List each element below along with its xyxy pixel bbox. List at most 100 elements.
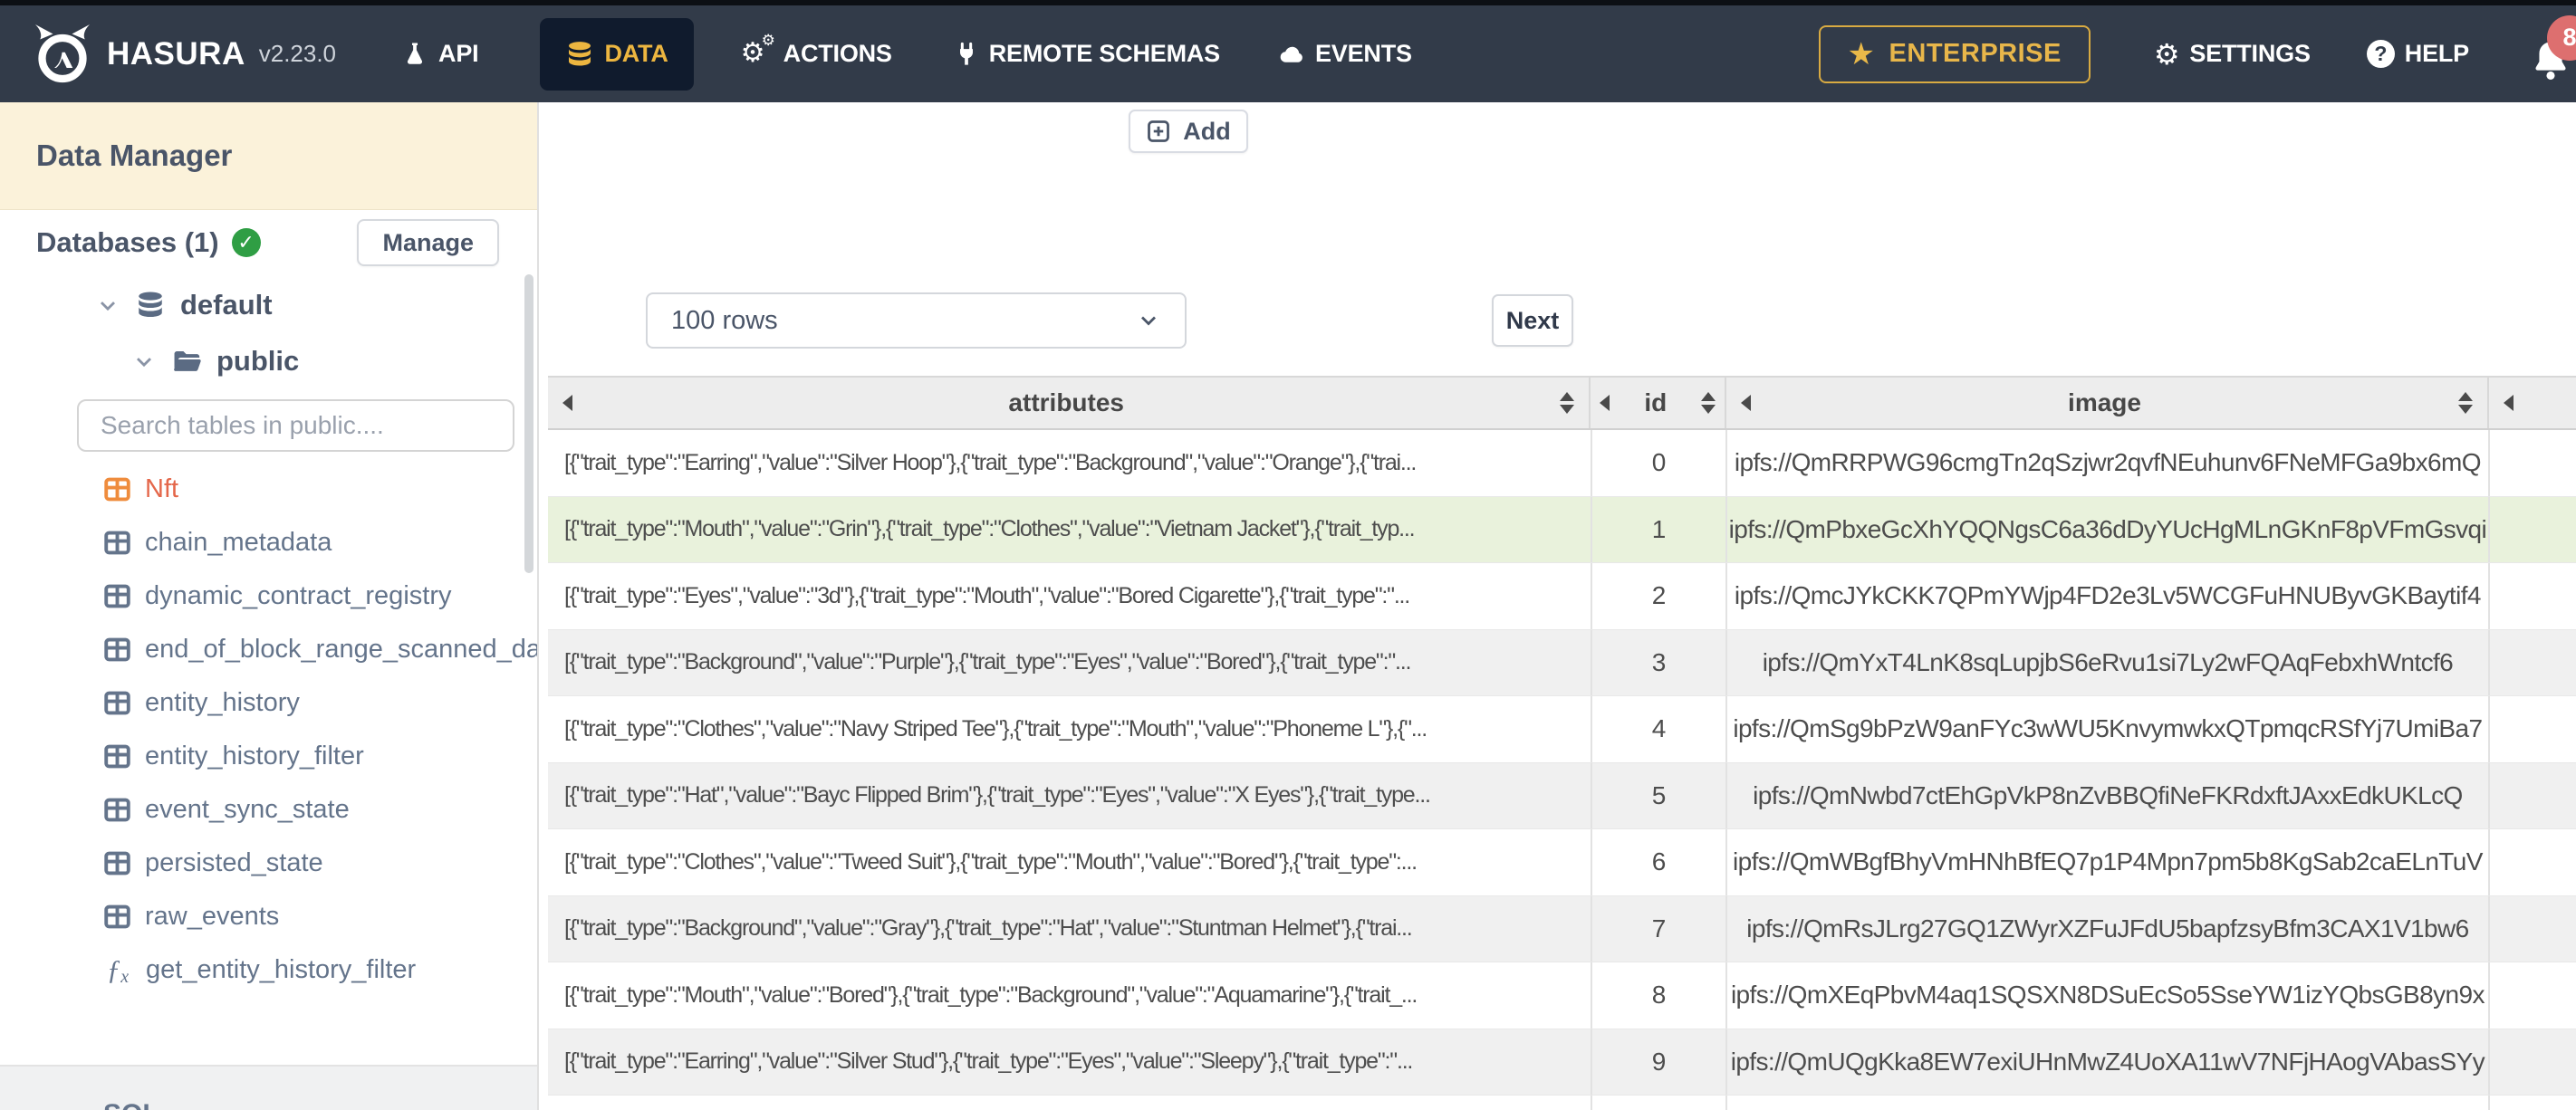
cell-attributes[interactable]: [{"trait_type":"Clothes","value":"Tweed … bbox=[548, 829, 1592, 895]
cell-attributes[interactable]: [{"trait_type":"Background","value":"Pur… bbox=[548, 629, 1592, 695]
plug-icon bbox=[954, 42, 979, 67]
tree-node-schema[interactable]: public bbox=[131, 341, 537, 381]
cell-image[interactable]: ipfs://QmYxT4LnK8sqLupjbS6eRvu1si7Ly2wFQ… bbox=[1727, 629, 2490, 695]
enterprise-button[interactable]: ★ ENTERPRISE bbox=[1818, 24, 2091, 83]
hasura-logo-icon[interactable] bbox=[30, 20, 95, 89]
sql-link[interactable]: SQL bbox=[103, 1099, 159, 1110]
next-button-label: Next bbox=[1505, 306, 1560, 334]
cell-image[interactable]: ipfs://QmRRPWG96cmgTn2qSzjwr2qvfNEuhunv6… bbox=[1727, 430, 2490, 496]
sidebar-table-item[interactable]: raw_events bbox=[0, 890, 537, 943]
sidebar-table-name: dynamic_contract_registry bbox=[145, 581, 452, 610]
column-header-image[interactable]: image bbox=[1726, 378, 2489, 428]
cell-attributes[interactable]: [{"trait_type":"Mouth","value":"Bored"},… bbox=[548, 962, 1592, 1029]
nav-item-remote-schemas[interactable]: REMOTE SCHEMAS bbox=[954, 40, 1220, 68]
cell-attributes[interactable]: [{"trait_type":"Background","value":"Gra… bbox=[548, 895, 1592, 962]
cell-id[interactable]: 4 bbox=[1592, 696, 1728, 762]
cell-extra bbox=[2490, 829, 2576, 895]
cell-image[interactable]: ipfs://QmXEqPbvM4aq1SQSXN8DSuEcSo5SseYW1… bbox=[1727, 962, 2490, 1029]
table-row: [{"trait_type":"Earring","value":"Silver… bbox=[548, 430, 2576, 497]
tree-node-database[interactable]: default bbox=[95, 285, 537, 325]
sidebar-table-name: persisted_state bbox=[145, 848, 323, 877]
cell-attributes[interactable]: [{"trait_type":"Mouth","value":"Grin"},{… bbox=[548, 496, 1592, 562]
table-icon bbox=[103, 689, 131, 717]
cell-image[interactable]: ipfs://QmRsJLrg27GQ1ZWyrXZFuJFdU5bapfzsy… bbox=[1727, 895, 2490, 962]
sidebar-table-item[interactable]: end_of_block_range_scanned_data bbox=[0, 623, 537, 676]
cell-id[interactable]: 9 bbox=[1592, 1029, 1728, 1095]
nav-item-data[interactable]: DATA bbox=[540, 17, 694, 91]
cell-attributes[interactable]: [{"trait_type":"Hat","value":"Bayc Flipp… bbox=[548, 762, 1592, 828]
rows-per-page-select[interactable]: 100 rows bbox=[646, 292, 1187, 349]
database-name: default bbox=[180, 289, 273, 321]
cell-attributes[interactable]: [{"trait_type":"Clothes","value":"Navy S… bbox=[548, 696, 1592, 762]
column-header-attributes[interactable]: attributes bbox=[548, 378, 1591, 428]
nav-item-help[interactable]: ? HELP bbox=[2366, 40, 2469, 68]
collapse-column-icon[interactable] bbox=[2503, 395, 2514, 411]
nav-item-api[interactable]: API bbox=[401, 40, 479, 68]
cell-attributes[interactable]: [{"trait_type":"Earring","value":"Silver… bbox=[548, 430, 1592, 496]
cell-image[interactable]: ipfs://QmUQgKka8EW7exiUHnMwZ4UoXA11wV7NF… bbox=[1727, 1029, 2490, 1095]
cell-extra bbox=[2490, 1096, 2576, 1110]
sidebar-table-item[interactable]: persisted_state bbox=[0, 837, 537, 890]
sort-icon[interactable] bbox=[1701, 392, 1716, 414]
cell-id[interactable]: 0 bbox=[1592, 430, 1728, 496]
cell-id[interactable]: 7 bbox=[1592, 895, 1728, 962]
sidebar-table-item[interactable]: entity_history_filter bbox=[0, 730, 537, 783]
cell-image[interactable]: ipfs://QmPbxeGcXhYQQNgsC6a36dDyYUcHgMLnG… bbox=[1727, 496, 2490, 562]
cell-id[interactable]: 2 bbox=[1592, 563, 1728, 629]
sidebar-table-name: event_sync_state bbox=[145, 795, 350, 824]
top-navigation-bar: HASURA v2.23.0 API DATA ⚙ ⚙ ACTIONS REMO… bbox=[0, 0, 2576, 102]
nav-item-label: ACTIONS bbox=[783, 40, 892, 67]
add-row-button[interactable]: Add bbox=[1129, 110, 1248, 153]
function-icon: ƒx bbox=[106, 952, 130, 987]
nav-item-settings[interactable]: ⚙ SETTINGS bbox=[2154, 40, 2311, 69]
nav-item-actions[interactable]: ⚙ ⚙ ACTIONS bbox=[740, 31, 892, 71]
chevron-down-icon[interactable] bbox=[95, 292, 120, 318]
table-icon bbox=[103, 636, 131, 664]
column-header-id[interactable]: id bbox=[1591, 378, 1727, 428]
column-label: attributes bbox=[1008, 388, 1124, 416]
sidebar-scrollbar[interactable] bbox=[524, 274, 533, 573]
table-icon bbox=[103, 582, 131, 610]
table-icon bbox=[103, 475, 131, 503]
cell-image[interactable]: ipfs://QmWBgfBhyVmHNhBfEQ7p1P4Mpn7pm5b8K… bbox=[1727, 829, 2490, 895]
collapse-column-icon[interactable] bbox=[1741, 395, 1752, 411]
add-button-label: Add bbox=[1183, 117, 1231, 145]
collapse-column-icon[interactable] bbox=[562, 395, 572, 411]
nav-item-label: EVENTS bbox=[1314, 40, 1412, 67]
sidebar-table-name: entity_history bbox=[145, 688, 300, 717]
chevron-down-icon bbox=[1136, 308, 1161, 333]
sort-icon[interactable] bbox=[1560, 392, 1575, 414]
cloud-icon bbox=[1278, 41, 1305, 68]
sidebar-table-item[interactable]: dynamic_contract_registry bbox=[0, 569, 537, 623]
collapse-column-icon[interactable] bbox=[1600, 395, 1610, 411]
nav-item-events[interactable]: EVENTS bbox=[1278, 40, 1412, 68]
sidebar-table-item[interactable]: event_sync_state bbox=[0, 783, 537, 837]
sidebar-table-item[interactable]: entity_history bbox=[0, 676, 537, 730]
cell-attributes[interactable]: [{"trait_type":"Earring","value":"Silver… bbox=[548, 1029, 1592, 1095]
cell-image[interactable]: ipfs://QmNwbd7ctEhGpVkP8nZvBBQfiNeFKRdxf… bbox=[1727, 762, 2490, 828]
cell-id[interactable]: 3 bbox=[1592, 629, 1728, 695]
sidebar-table-name: get_entity_history_filter bbox=[146, 955, 417, 984]
cell-image[interactable]: ipfs://QmSg9bPzW9anFYc3wWU5KnvymwkxQTpmq… bbox=[1727, 696, 2490, 762]
cell-attributes[interactable]: [{"trait_type":"Eyes","value":"3d"},{"tr… bbox=[548, 563, 1592, 629]
nav-item-label: API bbox=[438, 40, 479, 67]
gear-icon: ⚙ bbox=[2153, 37, 2180, 71]
sidebar-table-item[interactable]: Nft bbox=[0, 463, 537, 516]
notifications-button[interactable]: 8 bbox=[2522, 14, 2576, 86]
flask-icon bbox=[401, 41, 428, 68]
next-page-button[interactable]: Next bbox=[1492, 294, 1573, 347]
sidebar-table-item[interactable]: ƒx get_entity_history_filter bbox=[0, 943, 537, 997]
gears-icon: ⚙ ⚙ bbox=[740, 31, 775, 68]
cell-image[interactable]: ipfs://QmcJYkCKK7QPmYWjp4FD2e3Lv5WCGFuHN… bbox=[1727, 563, 2490, 629]
manage-button[interactable]: Manage bbox=[357, 219, 499, 266]
sidebar-table-item[interactable]: chain_metadata bbox=[0, 516, 537, 569]
table-search-input[interactable] bbox=[101, 411, 481, 440]
sort-icon[interactable] bbox=[2457, 392, 2473, 414]
table-row: [{"trait_type":"Mouth","value":"Grin"},{… bbox=[548, 496, 2576, 563]
cell-id[interactable]: 6 bbox=[1592, 829, 1728, 895]
chevron-down-icon[interactable] bbox=[131, 349, 157, 374]
table-header-row: attributes id image bbox=[548, 376, 2576, 430]
cell-id[interactable]: 1 bbox=[1592, 496, 1728, 562]
cell-id[interactable]: 5 bbox=[1592, 762, 1728, 828]
cell-id[interactable]: 8 bbox=[1592, 962, 1728, 1029]
